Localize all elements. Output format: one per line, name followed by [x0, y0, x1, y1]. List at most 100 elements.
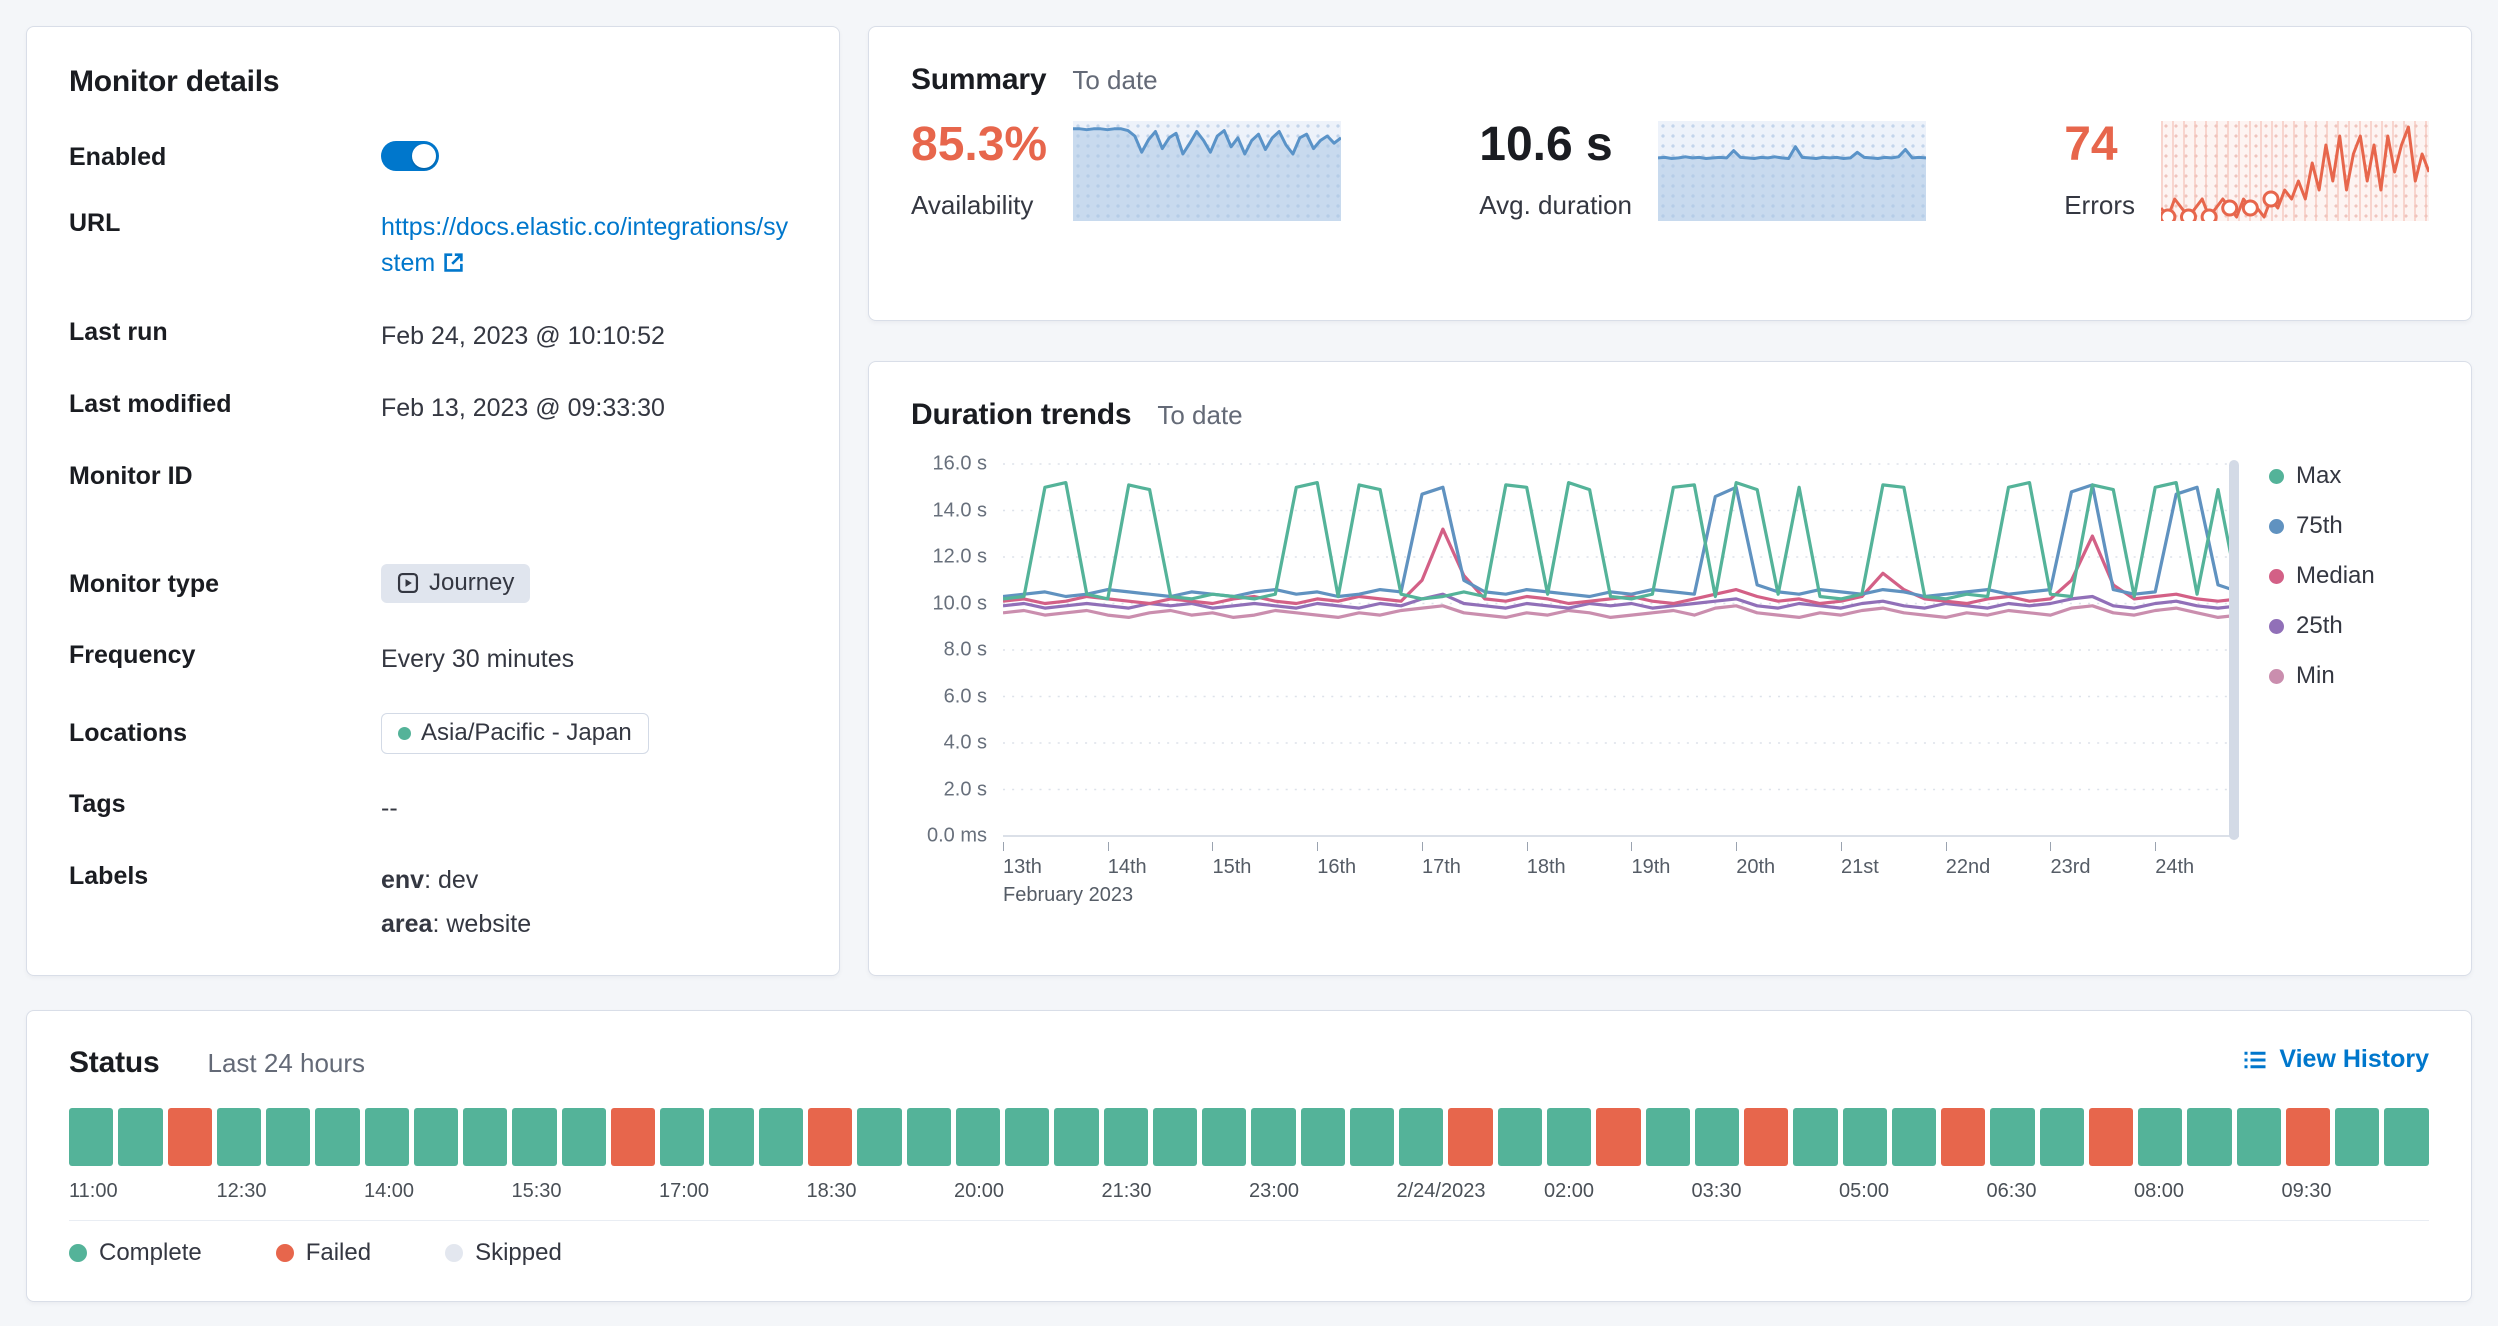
monitor-details-title: Monitor details: [69, 65, 797, 99]
status-block-complete[interactable]: [2187, 1108, 2231, 1166]
legend-item-25th[interactable]: 25th: [2269, 612, 2429, 640]
avg-duration-metric-text: 10.6 s Avg. duration: [1479, 121, 1632, 221]
status-block-complete[interactable]: [1350, 1108, 1394, 1166]
status-block-complete[interactable]: [1843, 1108, 1887, 1166]
status-block-complete[interactable]: [857, 1108, 901, 1166]
legend-item-75th[interactable]: 75th: [2269, 512, 2429, 540]
status-block-complete[interactable]: [2040, 1108, 2084, 1166]
status-block-failed[interactable]: [611, 1108, 655, 1166]
status-block-complete[interactable]: [2237, 1108, 2281, 1166]
status-block-complete[interactable]: [1990, 1108, 2034, 1166]
errors-value: 74: [2064, 121, 2135, 169]
status-x-label: 11:00: [69, 1180, 118, 1203]
status-block-complete[interactable]: [414, 1108, 458, 1166]
status-block-complete[interactable]: [1104, 1108, 1148, 1166]
y-axis-label: 14.0 s: [933, 499, 987, 522]
duration-trends-title: Duration trends: [911, 398, 1131, 432]
status-block-failed[interactable]: [1448, 1108, 1492, 1166]
status-block-complete[interactable]: [1005, 1108, 1049, 1166]
detail-row-enabled: Enabled: [69, 141, 797, 173]
x-axis-tick: [1631, 842, 1632, 851]
summary-title: Summary: [911, 63, 1046, 97]
tags-value: --: [381, 790, 797, 826]
x-axis-label: 17th: [1422, 856, 1461, 879]
x-axis-tick: [1003, 842, 1004, 851]
status-block-complete[interactable]: [1301, 1108, 1345, 1166]
status-block-complete[interactable]: [1793, 1108, 1837, 1166]
legend-dot: [69, 1244, 87, 1262]
status-block-complete[interactable]: [2138, 1108, 2182, 1166]
legend-dot: [2269, 619, 2284, 634]
status-block-complete[interactable]: [315, 1108, 359, 1166]
top-row: Monitor details Enabled URL https://docs…: [26, 26, 2472, 976]
status-block-complete[interactable]: [1892, 1108, 1936, 1166]
status-block-complete[interactable]: [1202, 1108, 1246, 1166]
last-modified-label: Last modified: [69, 390, 381, 419]
status-block-failed[interactable]: [1744, 1108, 1788, 1166]
status-block-complete[interactable]: [660, 1108, 704, 1166]
status-block-complete[interactable]: [1498, 1108, 1542, 1166]
availability-metric-group: 85.3% Availability: [911, 121, 1341, 221]
y-axis-label: 8.0 s: [944, 639, 987, 662]
x-axis-tick: [2155, 842, 2156, 851]
status-block-failed[interactable]: [2089, 1108, 2133, 1166]
legend-item-min[interactable]: Min: [2269, 662, 2429, 690]
status-block-complete[interactable]: [365, 1108, 409, 1166]
status-block-complete[interactable]: [512, 1108, 556, 1166]
tags-label: Tags: [69, 790, 381, 819]
x-axis-label: 14th: [1108, 856, 1147, 879]
status-block-complete[interactable]: [463, 1108, 507, 1166]
status-block-failed[interactable]: [808, 1108, 852, 1166]
legend-item-max[interactable]: Max: [2269, 462, 2429, 490]
status-block-complete[interactable]: [2384, 1108, 2428, 1166]
x-axis-label: 23rd: [2050, 856, 2090, 879]
summary-header: Summary To date: [911, 63, 2429, 97]
status-block-complete[interactable]: [69, 1108, 113, 1166]
status-legend: CompleteFailedSkipped: [69, 1220, 2429, 1267]
status-block-complete[interactable]: [1695, 1108, 1739, 1166]
monitor-url-link[interactable]: https://docs.elastic.co/integrations/sys…: [381, 213, 788, 277]
legend-dot: [2269, 469, 2284, 484]
status-block-complete[interactable]: [118, 1108, 162, 1166]
status-block-failed[interactable]: [1596, 1108, 1640, 1166]
synthetics-monitor-detail-page: Monitor details Enabled URL https://docs…: [0, 0, 2498, 1326]
monitor-details-rows: Enabled URL https://docs.elastic.co/inte…: [69, 141, 797, 950]
status-block-complete[interactable]: [2335, 1108, 2379, 1166]
status-block-complete[interactable]: [907, 1108, 951, 1166]
status-block-complete[interactable]: [1399, 1108, 1443, 1166]
availability-metric-text: 85.3% Availability: [911, 121, 1047, 221]
last-modified-value: Feb 13, 2023 @ 09:33:30: [381, 390, 797, 426]
last-run-value: Feb 24, 2023 @ 10:10:52: [381, 318, 797, 354]
status-block-complete[interactable]: [217, 1108, 261, 1166]
status-block-complete[interactable]: [1251, 1108, 1295, 1166]
status-block-failed[interactable]: [168, 1108, 212, 1166]
view-history-link[interactable]: View History: [2243, 1045, 2429, 1074]
legend-item-median[interactable]: Median: [2269, 562, 2429, 590]
x-axis-tick: [1841, 842, 1842, 851]
y-axis-label: 2.0 s: [944, 778, 987, 801]
label-env-key: env: [381, 866, 424, 894]
status-block-complete[interactable]: [562, 1108, 606, 1166]
errors-label: Errors: [2064, 190, 2135, 221]
duration-chart-plot[interactable]: 13th14th15th16th17th18th19th20th21st22nd…: [1003, 460, 2239, 840]
status-block-complete[interactable]: [1646, 1108, 1690, 1166]
status-block-failed[interactable]: [1941, 1108, 1985, 1166]
status-block-complete[interactable]: [266, 1108, 310, 1166]
legend-label: Median: [2296, 562, 2375, 590]
label-area: area: website: [381, 906, 797, 942]
legend-label: 75th: [2296, 512, 2343, 540]
status-block-complete[interactable]: [1054, 1108, 1098, 1166]
status-block-complete[interactable]: [759, 1108, 803, 1166]
x-axis-label: 21st: [1841, 856, 1879, 879]
status-block-failed[interactable]: [2286, 1108, 2330, 1166]
status-block-complete[interactable]: [956, 1108, 1000, 1166]
labels-label: Labels: [69, 862, 381, 891]
status-block-complete[interactable]: [709, 1108, 753, 1166]
avg-duration-label: Avg. duration: [1479, 190, 1632, 221]
enabled-toggle[interactable]: [381, 141, 439, 171]
summary-panel: Summary To date 85.3% Availability 10.6 …: [868, 26, 2472, 321]
status-block-complete[interactable]: [1153, 1108, 1197, 1166]
status-block-complete[interactable]: [1547, 1108, 1591, 1166]
detail-row-locations: Locations Asia/Pacific - Japan: [69, 713, 797, 754]
status-x-label: 12:30: [217, 1180, 267, 1203]
